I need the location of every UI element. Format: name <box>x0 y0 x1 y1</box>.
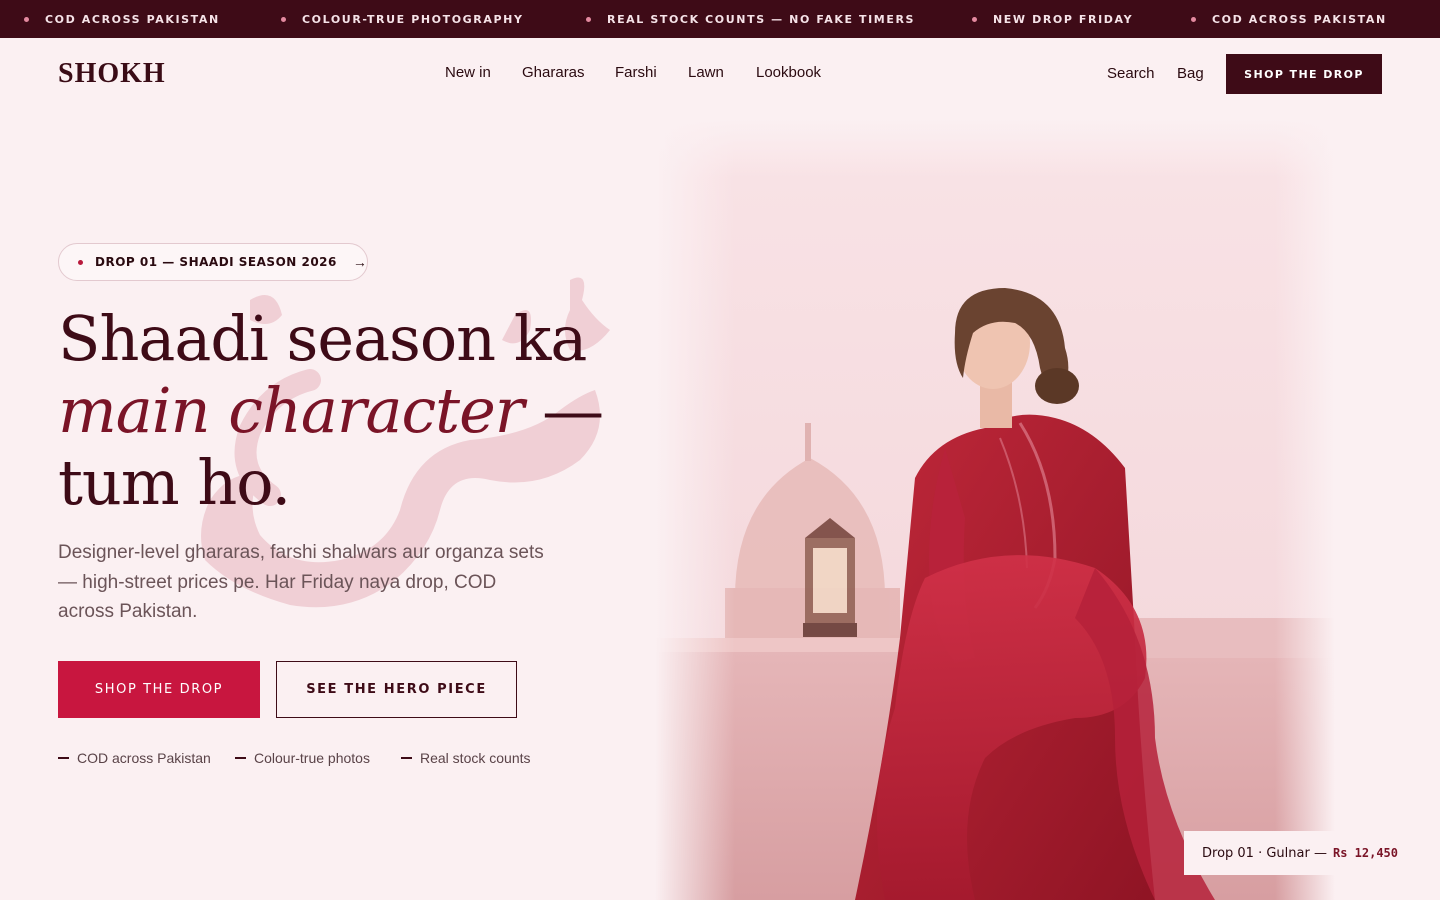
trust-item: Real stock counts <box>401 750 531 766</box>
brand-logo[interactable]: SHOKH <box>58 58 166 90</box>
trust-text: Real stock counts <box>420 750 531 766</box>
bullet-dot-icon <box>78 259 83 265</box>
product-price: Rs 12,450 <box>1332 846 1398 860</box>
trust-text: COD across Pakistan <box>77 750 211 766</box>
trust-item: COD across Pakistan <box>58 750 211 766</box>
hero-description: Designer-level ghararas, farshi shalwars… <box>58 542 544 622</box>
product-name: Drop 01 · Gulnar — <box>1202 845 1327 861</box>
dash-icon <box>58 757 69 759</box>
bullet-dot-icon <box>586 16 591 22</box>
bullet-dot-icon <box>1191 16 1196 22</box>
nav-farshi[interactable]: Farshi <box>615 64 657 81</box>
ticker-item: NEW DROP FRIDAY <box>972 0 1133 38</box>
hero-headline-line1: Shaadi season ka <box>58 302 587 375</box>
hero-image <box>655 118 1335 900</box>
hero-fade-left <box>655 118 735 900</box>
ticker-text: COLOUR-TRUE PHOTOGRAPHY <box>302 12 524 26</box>
bullet-dot-icon <box>972 16 977 22</box>
nav-lookbook[interactable]: Lookbook <box>756 64 821 81</box>
announcement-ticker: COD ACROSS PAKISTAN COLOUR-TRUE PHOTOGRA… <box>0 0 1440 38</box>
ticker-item: COD ACROSS PAKISTAN <box>24 0 220 38</box>
nav-new-in[interactable]: New in <box>445 64 491 81</box>
hero-headline-dash: — <box>523 374 604 447</box>
hero-headline-line3: tum ho. <box>58 446 291 519</box>
bullet-dot-icon <box>24 16 29 22</box>
ticker-text: COD ACROSS PAKISTAN <box>45 12 220 26</box>
hero-fade-top <box>655 118 1335 178</box>
header-shop-the-drop-button[interactable]: SHOP THE DROP <box>1226 54 1382 94</box>
trust-text: Colour-true photos <box>254 750 370 766</box>
search-link[interactable]: Search <box>1107 65 1155 82</box>
dash-icon <box>401 757 412 759</box>
nav-lawn[interactable]: Lawn <box>688 64 724 81</box>
shop-the-drop-button[interactable]: SHOP THE DROP <box>58 661 260 718</box>
trust-item: Colour-true photos <box>235 750 370 766</box>
badge-label: DROP 01 — SHAADI SEASON 2026 <box>95 255 337 269</box>
ticker-item: REAL STOCK COUNTS — NO FAKE TIMERS <box>586 0 915 38</box>
ticker-text: REAL STOCK COUNTS — NO FAKE TIMERS <box>607 12 916 26</box>
hero-product-tag[interactable]: Drop 01 · Gulnar — Rs 12,450 <box>1184 831 1414 875</box>
bag-link[interactable]: Bag <box>1177 65 1204 82</box>
drop-badge[interactable]: DROP 01 — SHAADI SEASON 2026 → <box>58 243 368 281</box>
hero-fade-right <box>1275 118 1335 900</box>
bullet-dot-icon <box>281 16 286 22</box>
hero-headline-italic: main character <box>58 374 524 447</box>
ticker-text: NEW DROP FRIDAY <box>993 12 1134 26</box>
ticker-text: COD ACROSS PAKISTAN <box>1212 12 1387 26</box>
nav-ghararas[interactable]: Ghararas <box>522 64 585 81</box>
see-the-hero-piece-button[interactable]: SEE THE HERO PIECE <box>276 661 517 718</box>
arrow-right-icon: → <box>352 254 367 270</box>
dash-icon <box>235 757 246 759</box>
ticker-item: COLOUR-TRUE PHOTOGRAPHY <box>281 0 524 38</box>
hero-headline-line2: main character — <box>58 380 604 442</box>
ticker-item: COD ACROSS PAKISTAN <box>1191 0 1387 38</box>
hero-illustration <box>655 118 1335 900</box>
